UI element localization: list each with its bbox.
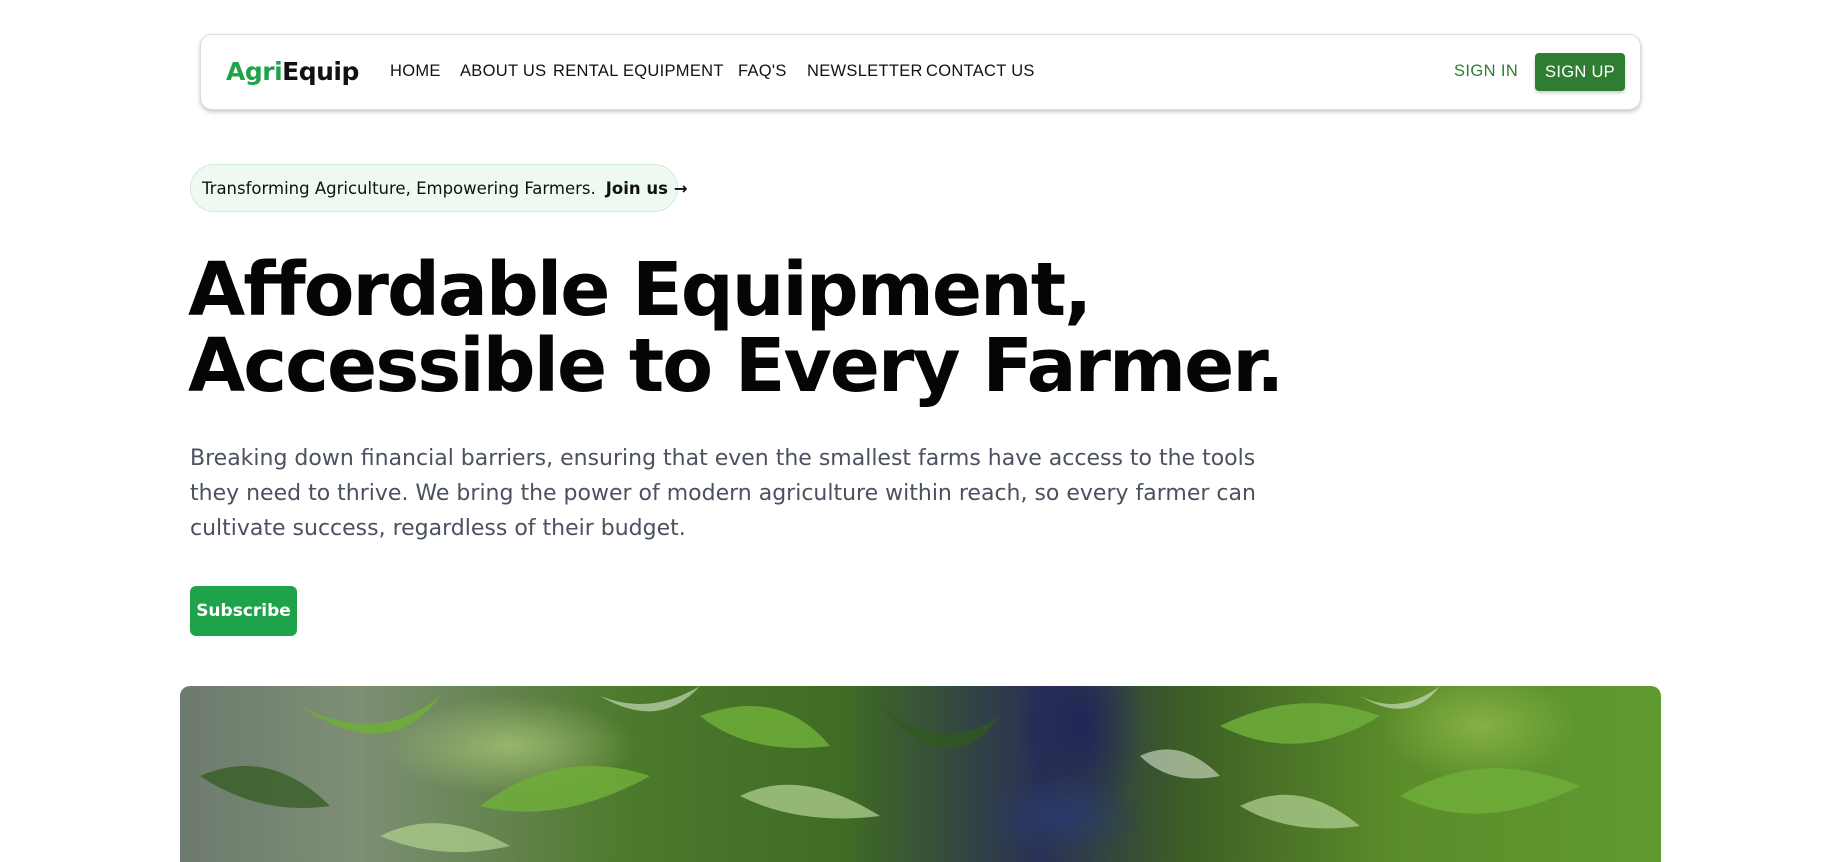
top-navbar: AgriEquip HOME ABOUT US RENTAL EQUIPMENT…: [200, 34, 1641, 110]
subscribe-button[interactable]: Subscribe: [190, 586, 297, 636]
sign-in-link[interactable]: SIGN IN: [1454, 62, 1518, 81]
brand-logo-part2: Equip: [282, 57, 359, 86]
nav-faqs[interactable]: FAQ'S: [738, 62, 787, 81]
nav-about-us[interactable]: ABOUT US: [460, 62, 546, 81]
sign-up-button[interactable]: SIGN UP: [1535, 53, 1625, 91]
brand-logo[interactable]: AgriEquip: [226, 57, 359, 86]
hero-headline: Affordable Equipment, Accessible to Ever…: [188, 247, 1284, 409]
announcement-pill: Transforming Agriculture, Empowering Far…: [190, 164, 688, 212]
nav-home[interactable]: HOME: [390, 62, 441, 81]
nav-contact-us[interactable]: CONTACT US: [926, 62, 1035, 81]
nav-newsletter[interactable]: NEWSLETTER: [807, 62, 923, 81]
announcement-text: Transforming Agriculture, Empowering Far…: [202, 178, 596, 198]
hero-description-line3: cultivate success, regardless of their b…: [190, 516, 686, 541]
hero-leaves-illustration: [200, 686, 1580, 853]
hero-headline-line2: Accessible to Every Farmer.: [188, 323, 1284, 409]
hero-crop-image: [180, 686, 1661, 862]
hero-description-line1: Breaking down financial barriers, ensuri…: [190, 446, 1256, 471]
hero-description: Breaking down financial barriers, ensuri…: [190, 441, 1256, 546]
join-us-link[interactable]: Join us →: [606, 179, 688, 198]
brand-logo-part1: Agri: [226, 57, 283, 86]
hero-headline-line1: Affordable Equipment,: [188, 247, 1092, 333]
hero-description-line2: they need to thrive. We bring the power …: [190, 481, 1256, 506]
nav-rental-equipment[interactable]: RENTAL EQUIPMENT: [553, 62, 724, 81]
